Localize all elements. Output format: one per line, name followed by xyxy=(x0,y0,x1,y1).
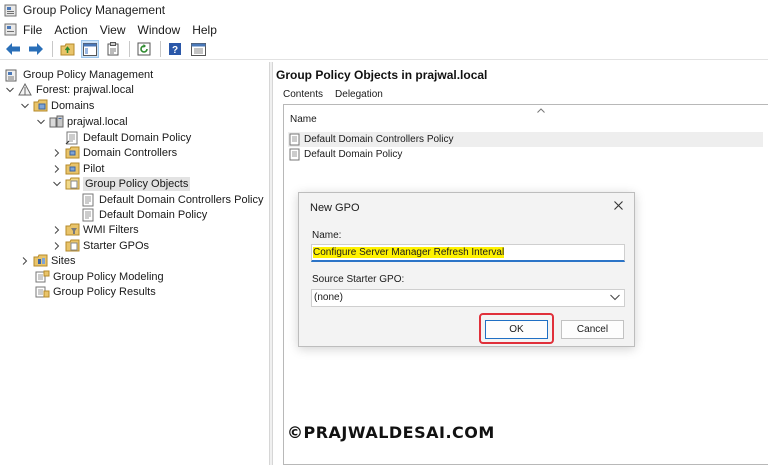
domains-folder-icon xyxy=(33,99,48,113)
details-tabs: Contents Delegation xyxy=(281,88,385,101)
tree-item-gp-modeling[interactable]: Group Policy Modeling xyxy=(32,269,164,285)
back-arrow-icon[interactable] xyxy=(4,40,22,58)
column-header-name[interactable]: Name xyxy=(290,114,317,125)
tree-item-domain-controllers[interactable]: Domain Controllers xyxy=(52,145,177,161)
toolbar-separator xyxy=(160,41,161,57)
chevron-right-icon[interactable] xyxy=(52,148,62,157)
starter-gpo-label: Source Starter GPO: xyxy=(312,274,405,285)
chevron-right-icon[interactable] xyxy=(52,241,62,250)
tab-contents[interactable]: Contents xyxy=(281,88,326,101)
ou-folder-icon xyxy=(65,162,80,176)
gpo-icon xyxy=(288,148,302,161)
toolbar-separator xyxy=(52,41,53,57)
menu-view[interactable]: View xyxy=(100,23,126,37)
chevron-right-icon[interactable] xyxy=(52,164,62,173)
modeling-icon xyxy=(35,270,50,284)
tree-item-starter-gpos[interactable]: Starter GPOs xyxy=(52,238,149,254)
up-folder-icon[interactable] xyxy=(58,40,76,58)
console-icon[interactable] xyxy=(189,40,207,58)
chevron-down-icon[interactable] xyxy=(20,103,30,109)
tree-item-group-policy-objects[interactable]: Group Policy Objects xyxy=(52,176,191,192)
pane-splitter[interactable] xyxy=(269,62,273,465)
wmi-filter-folder-icon xyxy=(65,223,80,237)
sort-ascending-icon xyxy=(537,108,545,113)
cancel-button[interactable]: Cancel xyxy=(561,320,624,339)
gpo-link-icon xyxy=(65,131,80,145)
tree-item-forest[interactable]: Forest: prajwal.local xyxy=(5,82,134,98)
menu-window[interactable]: Window xyxy=(138,23,181,37)
properties-icon[interactable] xyxy=(104,40,122,58)
dialog-title: New GPO xyxy=(310,202,360,214)
ou-folder-icon xyxy=(65,146,80,160)
menu-bar: File Action View Window Help xyxy=(0,20,768,39)
chevron-down-icon[interactable] xyxy=(36,119,46,125)
sites-icon xyxy=(33,254,48,268)
list-item-label: Default Domain Controllers Policy xyxy=(304,134,454,145)
gpo-name-value: Configure Server Manager Refresh Interva… xyxy=(313,247,505,258)
ok-button-annotation xyxy=(479,313,554,344)
menu-file[interactable]: File xyxy=(23,23,42,37)
refresh-icon[interactable] xyxy=(135,40,153,58)
details-title: Group Policy Objects in prajwal.local xyxy=(276,68,488,82)
tab-delegation[interactable]: Delegation xyxy=(333,88,385,101)
results-icon xyxy=(35,285,50,299)
gpo-icon xyxy=(81,193,96,207)
tree-item-sites[interactable]: Sites xyxy=(20,253,75,269)
gpo-name-input[interactable]: Configure Server Manager Refresh Interva… xyxy=(311,244,625,262)
gpmc-app-icon xyxy=(4,4,17,16)
list-item[interactable]: Default Domain Controllers Policy xyxy=(288,132,763,147)
domain-icon xyxy=(49,115,64,129)
name-label: Name: xyxy=(312,230,342,241)
chevron-down-icon xyxy=(610,294,620,301)
chevron-down-icon[interactable] xyxy=(5,87,15,93)
gpo-container-icon xyxy=(65,177,80,191)
tree-item-gp-results[interactable]: Group Policy Results xyxy=(32,284,156,300)
list-item-label: Default Domain Policy xyxy=(304,149,403,160)
gpmc-icon xyxy=(5,68,20,82)
show-tree-icon[interactable] xyxy=(81,40,99,58)
chevron-down-icon[interactable] xyxy=(52,181,62,187)
chevron-right-icon[interactable] xyxy=(52,225,62,234)
tree-item-gpm-root[interactable]: Group Policy Management xyxy=(2,67,153,83)
help-icon[interactable]: ? xyxy=(166,40,184,58)
tree-item-gpo-default-domain-policy[interactable]: Default Domain Policy xyxy=(78,207,207,223)
starter-gpo-folder-icon xyxy=(65,239,80,253)
gpo-icon xyxy=(81,208,96,222)
tree-item-default-domain-policy-link[interactable]: Default Domain Policy xyxy=(62,130,191,146)
menu-action[interactable]: Action xyxy=(54,23,87,37)
toolbar-separator xyxy=(129,41,130,57)
svg-text:?: ? xyxy=(172,45,178,56)
gpo-icon xyxy=(288,133,302,146)
system-menu-icon[interactable] xyxy=(4,23,17,36)
title-bar: Group Policy Management xyxy=(0,0,768,20)
menu-help[interactable]: Help xyxy=(192,23,217,37)
window-title: Group Policy Management xyxy=(23,3,166,17)
tree-item-domain-prajwal-local[interactable]: prajwal.local xyxy=(36,114,128,130)
tree-item-pilot[interactable]: Pilot xyxy=(52,161,104,177)
forward-arrow-icon[interactable] xyxy=(27,40,45,58)
console-tree: Group Policy Management Forest: prajwal.… xyxy=(0,62,268,465)
forest-icon xyxy=(18,82,33,97)
tree-item-domains[interactable]: Domains xyxy=(20,98,94,114)
new-gpo-dialog: New GPO Name: Configure Server Manager R… xyxy=(298,192,635,347)
tree-item-gpo-default-domain-controllers-policy[interactable]: Default Domain Controllers Policy xyxy=(78,192,263,208)
watermark: ©PRAJWALDESAI.COM xyxy=(287,423,495,442)
chevron-right-icon[interactable] xyxy=(20,256,30,265)
toolbar: ? xyxy=(0,39,768,60)
starter-gpo-select[interactable]: (none) xyxy=(311,289,625,307)
starter-gpo-value: (none) xyxy=(314,292,343,303)
list-item[interactable]: Default Domain Policy xyxy=(288,147,402,162)
tree-item-wmi-filters[interactable]: WMI Filters xyxy=(52,222,139,238)
close-icon[interactable] xyxy=(610,197,626,213)
